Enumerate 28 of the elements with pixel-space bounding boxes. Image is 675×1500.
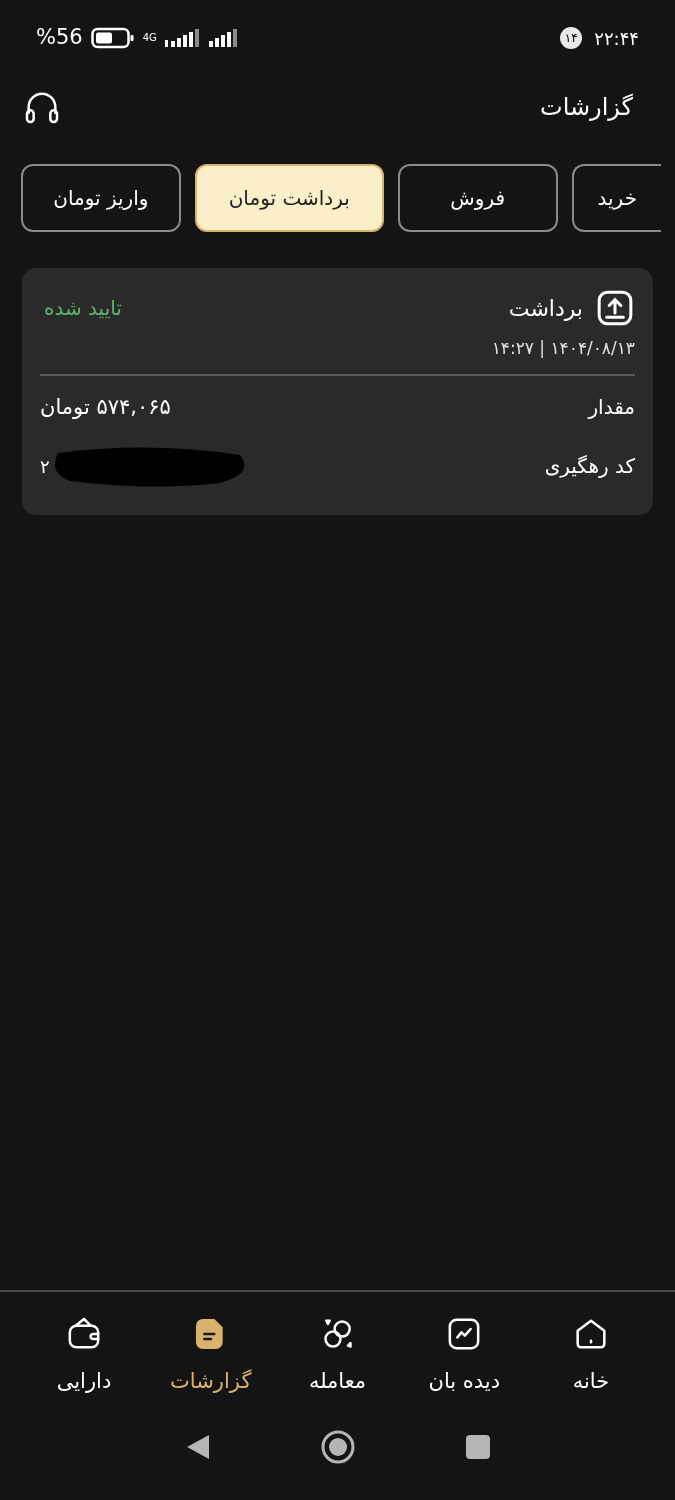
nav-tab[interactable]: دارایی	[24, 1314, 144, 1398]
amount-label: مقدار	[588, 394, 635, 422]
transaction-type: برداشت	[508, 294, 583, 323]
filter-tab[interactable]: واریز تومان	[21, 164, 181, 232]
filter-tab[interactable]: فروش	[397, 164, 558, 232]
clock: ۲۲:۴۴	[594, 26, 639, 51]
page-title: گزارشات	[540, 92, 634, 123]
filter-tab[interactable]: برداشت تومان	[194, 164, 384, 232]
nav-tab[interactable]: گزارشات	[150, 1314, 271, 1398]
transaction-datetime: ۱۴۰۴/۰۸/۱۳ | ۱۴:۲۷	[491, 338, 635, 358]
recents-icon[interactable]	[464, 1434, 491, 1460]
upload-icon	[595, 288, 635, 328]
nav-tab[interactable]: خانه	[531, 1314, 651, 1398]
signal-icon	[164, 28, 201, 48]
notification-badge: ۱۴	[560, 27, 583, 49]
filter-tab[interactable]: خرید	[571, 164, 661, 232]
battery-icon	[90, 27, 135, 49]
signal-icon	[208, 28, 239, 48]
tracking-code: ۲	[40, 454, 50, 479]
status-text: تایید شده	[43, 295, 122, 322]
nav-tab[interactable]: دیده بان	[404, 1314, 525, 1398]
transaction-card[interactable]: برداشت تایید شده ۱۴۰۴/۰۸/۱۳ | ۱۴:۲۷ مقدار ۵۷۴,۰۶۵ تومان کد رهگیری ۲	[22, 268, 653, 515]
tracking-label: کد رهگیری	[544, 453, 635, 480]
amount-value: ۵۷۴,۰۶۵ تومان	[40, 393, 171, 421]
network-type: 4G	[142, 33, 157, 43]
home-button-icon[interactable]	[320, 1430, 355, 1464]
nav-tab[interactable]: معامله	[277, 1314, 398, 1398]
battery-percent: %56	[36, 24, 83, 52]
